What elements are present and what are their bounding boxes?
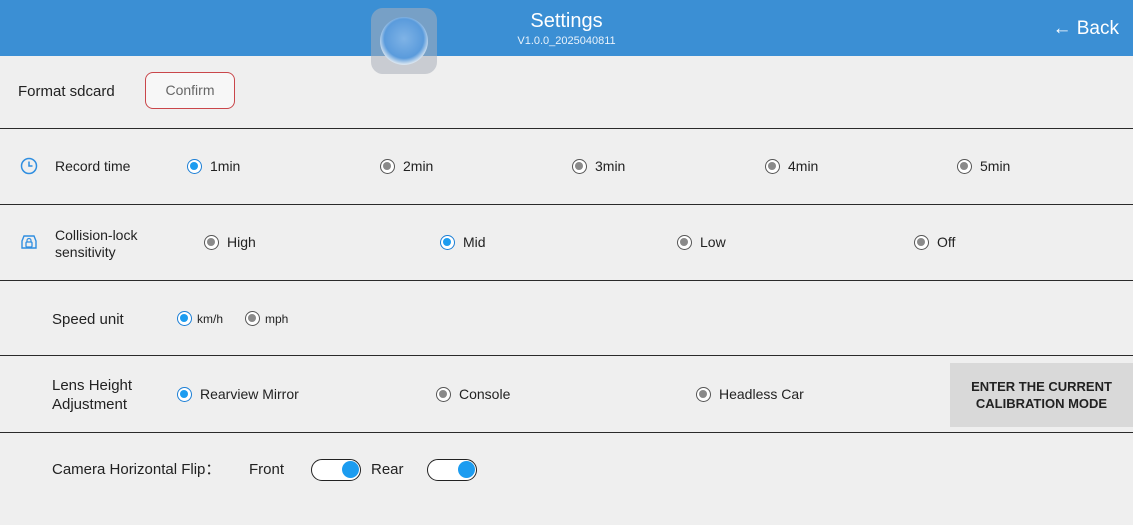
collision-option-mid[interactable]: Mid <box>440 234 486 250</box>
radio-unselected-icon <box>572 158 587 174</box>
divider <box>0 432 1133 433</box>
radio-unselected-icon <box>765 158 780 174</box>
version-text: V1.0.0_2025040811 <box>517 35 616 47</box>
lens-height-label-line2: Adjustment <box>52 396 128 413</box>
radio-unselected-icon <box>696 386 711 402</box>
option-label: 3min <box>595 158 626 174</box>
speed-unit-option-mph[interactable]: mph <box>245 311 288 326</box>
collision-option-low[interactable]: Low <box>677 234 726 250</box>
collision-option-off[interactable]: Off <box>914 234 955 250</box>
option-label: Console <box>459 386 511 402</box>
format-confirm-button[interactable]: Confirm <box>145 72 235 109</box>
speed-unit-label: Speed unit <box>52 311 124 328</box>
toggle-knob <box>342 461 359 478</box>
record-time-option-5min[interactable]: 5min <box>957 158 1010 174</box>
radio-unselected-icon <box>957 158 972 174</box>
radio-unselected-icon <box>380 158 395 174</box>
divider <box>0 280 1133 281</box>
lens-option-rearview-mirror[interactable]: Rearview Mirror <box>177 386 299 402</box>
car-lock-icon <box>21 235 37 249</box>
radio-unselected-icon <box>245 311 260 326</box>
speed-unit-option-kmh[interactable]: km/h <box>177 311 223 326</box>
collision-lock-label-line2: sensitivity <box>55 244 116 260</box>
option-label: mph <box>265 311 289 326</box>
lens-option-headless-car[interactable]: Headless Car <box>696 386 804 402</box>
divider <box>0 204 1133 205</box>
radio-selected-icon <box>187 158 202 174</box>
floating-assistant-ball[interactable] <box>371 8 437 74</box>
option-label: 1min <box>210 158 241 174</box>
radio-unselected-icon <box>914 234 929 250</box>
divider <box>0 128 1133 129</box>
option-label: Off <box>937 234 956 250</box>
collision-option-high[interactable]: High <box>204 234 256 250</box>
radio-unselected-icon <box>436 386 451 402</box>
record-time-option-3min[interactable]: 3min <box>572 158 625 174</box>
back-button[interactable]: ← Back <box>1052 18 1119 40</box>
lens-height-label-line1: Lens Height <box>52 377 133 394</box>
option-label: Rearview Mirror <box>200 386 299 402</box>
option-label: 5min <box>980 158 1011 174</box>
radio-unselected-icon <box>204 234 219 250</box>
divider <box>0 355 1133 356</box>
rear-flip-toggle[interactable] <box>427 459 477 481</box>
record-time-label: Record time <box>55 158 131 174</box>
lens-option-console[interactable]: Console <box>436 386 510 402</box>
toggle-knob <box>458 461 475 478</box>
radio-unselected-icon <box>677 234 692 250</box>
option-label: 4min <box>788 158 819 174</box>
option-label: High <box>227 234 256 250</box>
option-label: Headless Car <box>719 386 804 402</box>
front-flip-toggle[interactable] <box>311 459 361 481</box>
record-time-option-1min[interactable]: 1min <box>187 158 240 174</box>
collision-lock-label-line1: Collision-lock <box>55 227 138 243</box>
enter-calibration-mode-button[interactable]: ENTER THE CURRENT CALIBRATION MODE <box>950 363 1133 427</box>
format-sdcard-label: Format sdcard <box>18 83 115 100</box>
title-bar: Settings V1.0.0_2025040811 ← Back <box>0 0 1133 56</box>
radio-selected-icon <box>177 311 192 326</box>
rear-label: Rear <box>371 461 404 478</box>
calibration-label-line2: CALIBRATION MODE <box>975 396 1108 411</box>
option-label: Mid <box>463 234 486 250</box>
clock-icon <box>20 157 38 175</box>
calibration-label-line1: ENTER THE CURRENT <box>971 379 1112 394</box>
floating-ball-icon <box>380 17 428 65</box>
radio-selected-icon <box>440 234 455 250</box>
page-title: Settings <box>530 10 603 32</box>
radio-selected-icon <box>177 386 192 402</box>
option-label: km/h <box>197 311 224 326</box>
record-time-option-4min[interactable]: 4min <box>765 158 818 174</box>
camera-flip-label: Camera Horizontal Flip： <box>52 461 221 478</box>
option-label: Low <box>700 234 726 250</box>
front-label: Front <box>249 461 285 478</box>
record-time-option-2min[interactable]: 2min <box>380 158 433 174</box>
option-label: 2min <box>403 158 434 174</box>
